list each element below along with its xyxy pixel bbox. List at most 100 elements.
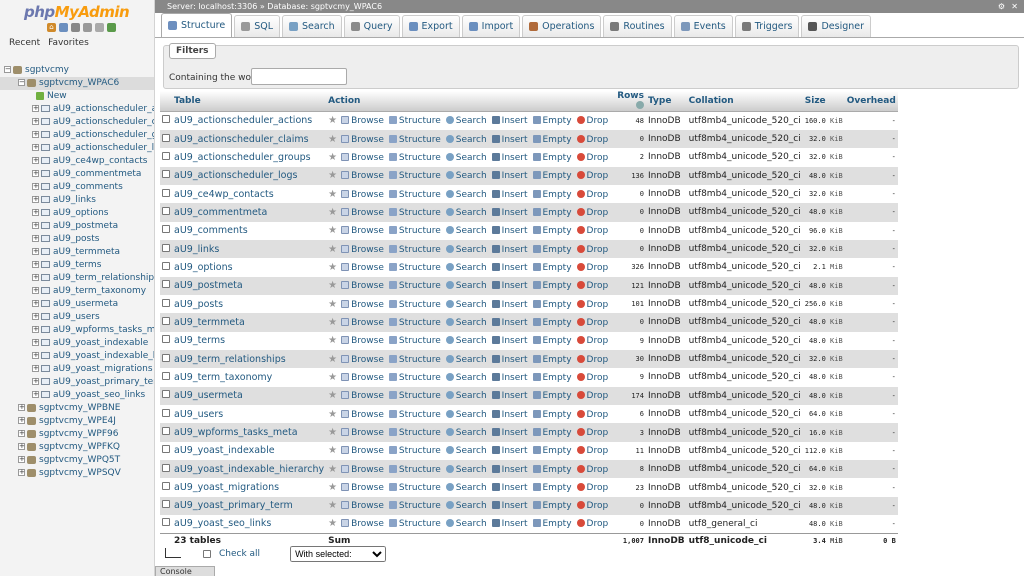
insert-action[interactable]: Insert — [491, 281, 528, 291]
browse-action[interactable]: Browse — [341, 207, 384, 218]
table-size[interactable]: 2.1 MiB — [802, 258, 845, 277]
expand-icon[interactable]: + — [32, 196, 39, 203]
favorite-star-icon[interactable]: ★ — [328, 225, 337, 236]
tab-triggers[interactable]: Triggers — [734, 15, 800, 37]
browse-action[interactable]: Browse — [341, 244, 384, 255]
table-name-link[interactable]: aU9_terms — [172, 331, 327, 350]
search-action[interactable]: Search — [445, 501, 487, 511]
insert-action[interactable]: Insert — [491, 152, 528, 163]
search-action[interactable]: Search — [445, 244, 487, 255]
insert-action[interactable]: Insert — [491, 336, 528, 346]
structure-action[interactable]: Structure — [388, 281, 441, 291]
favorite-star-icon[interactable]: ★ — [328, 427, 337, 438]
tab-import[interactable]: Import — [461, 15, 521, 37]
settings-icon[interactable] — [95, 23, 104, 32]
search-action[interactable]: Search — [445, 299, 487, 310]
browse-action[interactable]: Browse — [341, 262, 384, 273]
drop-action[interactable]: Drop — [576, 428, 608, 438]
table-size[interactable]: 48.0 KiB — [802, 515, 845, 534]
table-size[interactable]: 32.0 KiB — [802, 349, 845, 369]
tab-routines[interactable]: Routines — [603, 15, 672, 37]
header-size[interactable]: Size — [802, 91, 845, 112]
row-checkbox[interactable] — [162, 316, 170, 325]
table-size[interactable]: 96.0 KiB — [802, 221, 845, 240]
tab-query[interactable]: Query — [343, 15, 400, 37]
expand-icon[interactable]: + — [32, 157, 39, 164]
drop-action[interactable]: Drop — [576, 116, 608, 126]
insert-action[interactable]: Insert — [491, 189, 528, 200]
table-name-link[interactable]: aU9_term_relationships — [172, 349, 327, 369]
search-action[interactable]: Search — [445, 428, 487, 438]
table-name-link[interactable]: aU9_options — [172, 258, 327, 277]
tree-table-item[interactable]: + aU9_usermeta — [0, 298, 154, 311]
favorite-star-icon[interactable]: ★ — [328, 280, 337, 291]
search-action[interactable]: Search — [445, 262, 487, 273]
table-size[interactable]: 160.0 KiB — [802, 111, 845, 130]
structure-action[interactable]: Structure — [388, 354, 441, 365]
reload-icon[interactable] — [107, 23, 116, 32]
insert-action[interactable]: Insert — [491, 299, 528, 310]
expand-icon[interactable]: + — [32, 365, 39, 372]
row-checkbox[interactable] — [162, 353, 170, 362]
favorite-star-icon[interactable]: ★ — [328, 170, 337, 181]
table-name-link[interactable]: aU9_yoast_seo_links — [172, 515, 327, 534]
tree-table-item[interactable]: + aU9_yoast_indexable — [0, 337, 154, 350]
row-checkbox[interactable] — [162, 445, 170, 454]
tab-operations[interactable]: Operations — [522, 15, 602, 37]
search-action[interactable]: Search — [445, 464, 487, 475]
structure-action[interactable]: Structure — [388, 226, 441, 236]
table-name-link[interactable]: aU9_commentmeta — [172, 203, 327, 222]
row-checkbox[interactable] — [162, 151, 170, 160]
header-overhead[interactable]: Overhead — [844, 91, 898, 112]
drop-action[interactable]: Drop — [576, 317, 608, 328]
table-name-link[interactable]: aU9_actionscheduler_actions — [172, 111, 327, 130]
search-action[interactable]: Search — [445, 336, 487, 346]
table-name-link[interactable]: aU9_actionscheduler_logs — [172, 166, 327, 185]
drop-action[interactable]: Drop — [576, 152, 608, 163]
search-action[interactable]: Search — [445, 409, 487, 420]
browse-action[interactable]: Browse — [341, 519, 384, 529]
search-action[interactable]: Search — [445, 519, 487, 529]
structure-action[interactable]: Structure — [388, 428, 441, 438]
row-checkbox[interactable] — [162, 427, 170, 436]
search-action[interactable]: Search — [445, 207, 487, 218]
gear-icon[interactable]: ⚙ — [998, 0, 1005, 13]
expand-icon[interactable]: + — [32, 274, 39, 281]
drop-action[interactable]: Drop — [576, 226, 608, 236]
structure-action[interactable]: Structure — [388, 152, 441, 163]
empty-action[interactable]: Empty — [532, 226, 572, 236]
close-icon[interactable]: ✕ — [1011, 0, 1018, 13]
table-name-link[interactable]: aU9_actionscheduler_groups — [172, 148, 327, 167]
insert-action[interactable]: Insert — [491, 134, 528, 145]
insert-action[interactable]: Insert — [491, 207, 528, 218]
drop-action[interactable]: Drop — [576, 391, 608, 401]
empty-action[interactable]: Empty — [532, 317, 572, 328]
tree-table-item[interactable]: + aU9_posts — [0, 233, 154, 246]
structure-action[interactable]: Structure — [388, 317, 441, 328]
tree-table-item[interactable]: + aU9_actionscheduler_grou — [0, 129, 154, 142]
structure-action[interactable]: Structure — [388, 391, 441, 401]
table-name-link[interactable]: aU9_yoast_migrations — [172, 478, 327, 497]
expand-icon[interactable]: + — [32, 313, 39, 320]
table-size[interactable]: 32.0 KiB — [802, 184, 845, 204]
table-size[interactable]: 48.0 KiB — [802, 313, 845, 332]
table-size[interactable]: 32.0 KiB — [802, 239, 845, 259]
insert-action[interactable]: Insert — [491, 501, 528, 511]
current-database-node[interactable]: − sgptvcmy_WPAC6 — [0, 77, 154, 90]
search-action[interactable]: Search — [445, 171, 487, 181]
browse-action[interactable]: Browse — [341, 226, 384, 236]
search-action[interactable]: Search — [445, 189, 487, 200]
favorite-star-icon[interactable]: ★ — [328, 500, 337, 511]
favorites-tab[interactable]: Favorites — [48, 38, 89, 54]
structure-action[interactable]: Structure — [388, 336, 441, 346]
search-action[interactable]: Search — [445, 391, 487, 401]
favorite-star-icon[interactable]: ★ — [328, 482, 337, 493]
browse-action[interactable]: Browse — [341, 391, 384, 401]
header-type[interactable]: Type — [645, 91, 687, 112]
table-size[interactable]: 256.0 KiB — [802, 294, 845, 314]
help-icon[interactable] — [635, 101, 644, 109]
table-name-link[interactable]: aU9_yoast_indexable — [172, 441, 327, 461]
tab-events[interactable]: Events — [673, 15, 733, 37]
table-size[interactable]: 112.0 KiB — [802, 441, 845, 461]
table-name-link[interactable]: aU9_term_taxonomy — [172, 368, 327, 387]
